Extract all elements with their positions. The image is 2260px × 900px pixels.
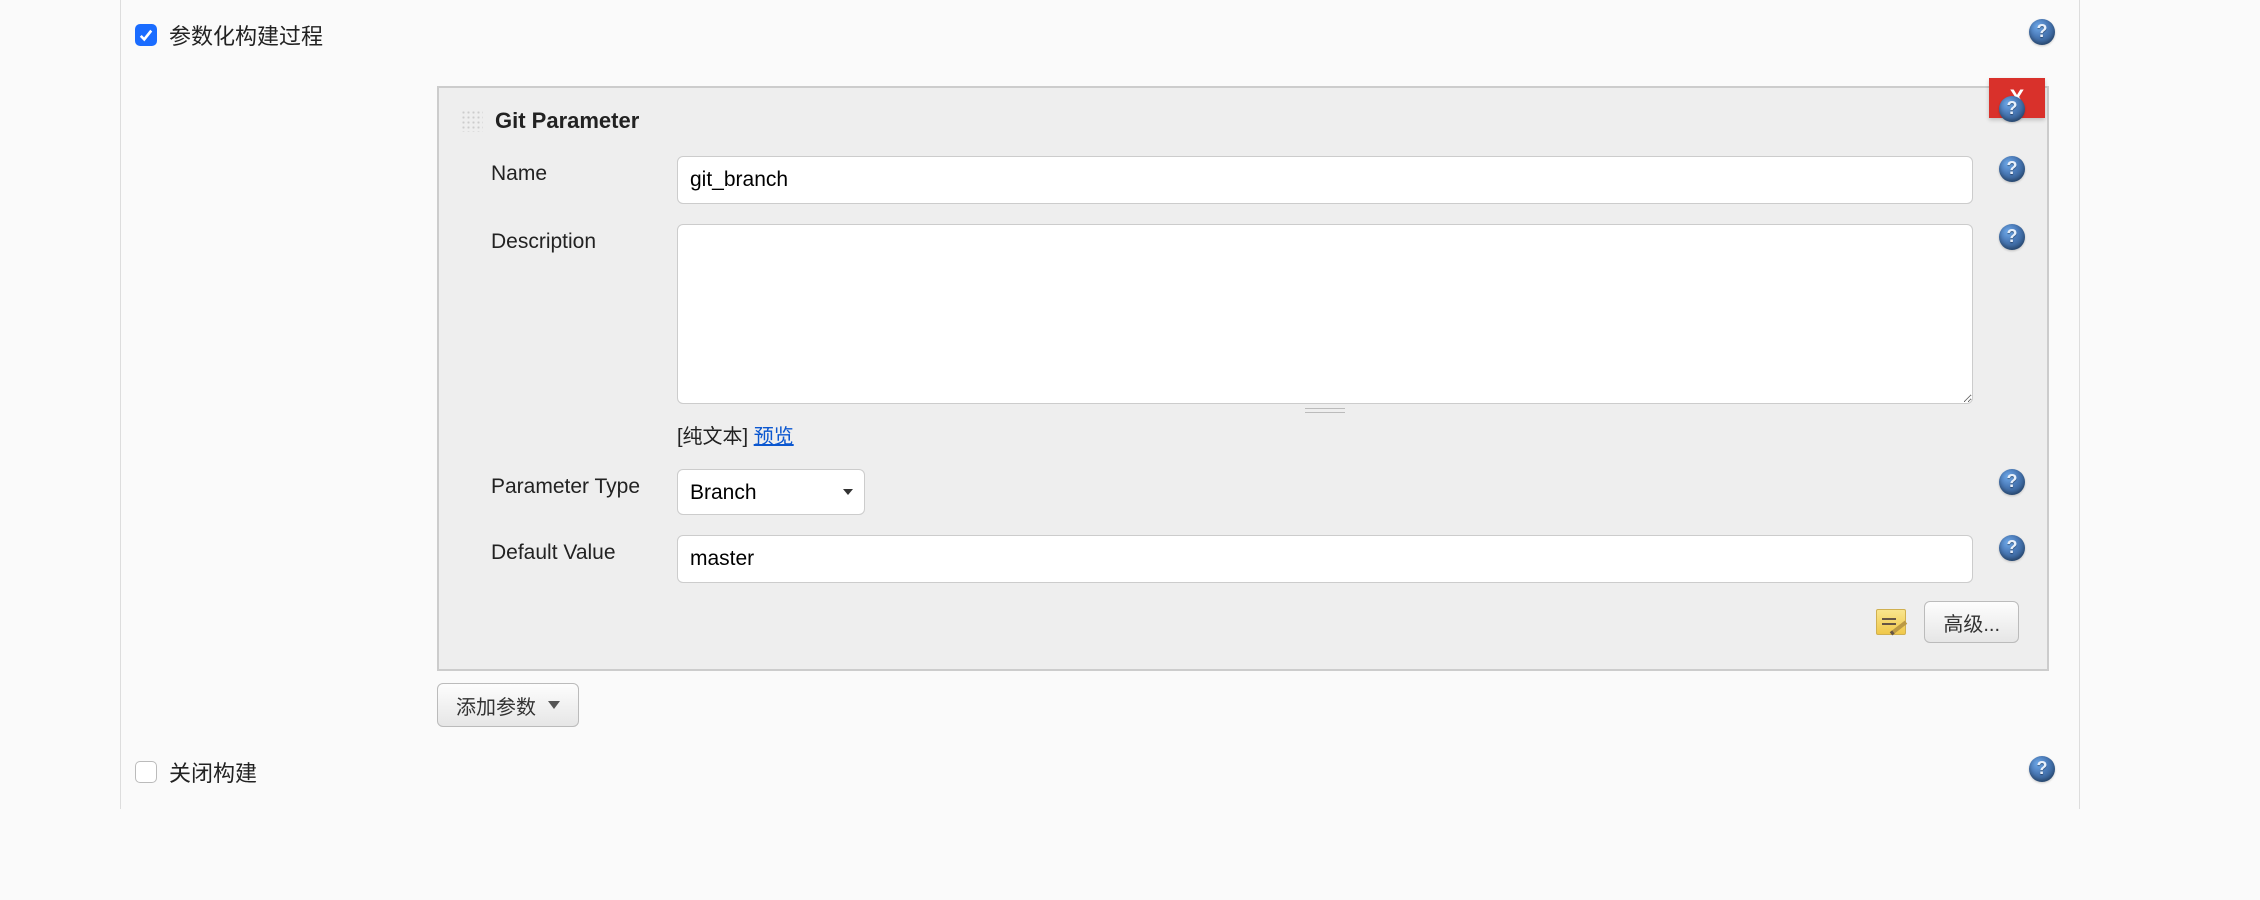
disable-build-checkbox[interactable] bbox=[135, 761, 157, 783]
textarea-resize-grip-icon[interactable] bbox=[677, 408, 1973, 414]
help-icon[interactable] bbox=[2029, 19, 2055, 51]
advanced-button[interactable]: 高级... bbox=[1924, 601, 2019, 643]
default-value-row: Default Value bbox=[439, 529, 2047, 597]
parameterized-build-row: 参数化构建过程 bbox=[121, 18, 2079, 52]
add-parameter-row: 添加参数 bbox=[437, 683, 2049, 727]
add-parameter-button[interactable]: 添加参数 bbox=[437, 683, 579, 727]
add-parameter-label: 添加参数 bbox=[456, 691, 536, 720]
advanced-row: 高级... bbox=[439, 597, 2047, 647]
checkmark-icon bbox=[139, 28, 153, 42]
help-icon[interactable] bbox=[1999, 156, 2025, 188]
parameter-type-row: Parameter Type Branch bbox=[439, 463, 2047, 529]
parameterized-label: 参数化构建过程 bbox=[169, 19, 323, 51]
parameter-type-label: Parameter Type bbox=[491, 469, 677, 499]
git-parameter-chunk: X Git Parameter Name Description bbox=[437, 86, 2049, 671]
default-value-label: Default Value bbox=[491, 535, 677, 565]
name-row: Name bbox=[439, 150, 2047, 218]
name-input[interactable] bbox=[677, 156, 1973, 204]
plaintext-hint: [纯文本] bbox=[677, 426, 748, 448]
caret-down-icon bbox=[548, 701, 560, 709]
description-textarea[interactable] bbox=[677, 224, 1973, 404]
parameter-type-select[interactable]: Branch bbox=[677, 469, 865, 515]
help-icon[interactable] bbox=[2029, 756, 2055, 788]
disable-build-row: 关闭构建 bbox=[121, 755, 2079, 789]
help-icon[interactable] bbox=[1999, 469, 2025, 501]
help-icon[interactable] bbox=[1999, 535, 2025, 567]
drag-handle-icon[interactable] bbox=[461, 110, 483, 132]
parameter-type-select-wrap: Branch bbox=[677, 469, 865, 515]
chunk-title: Git Parameter bbox=[495, 108, 639, 134]
description-helper: [纯文本] 预览 bbox=[677, 420, 1973, 449]
help-icon[interactable] bbox=[1999, 224, 2025, 256]
preview-link[interactable]: 预览 bbox=[754, 426, 794, 448]
default-value-input[interactable] bbox=[677, 535, 1973, 583]
description-label: Description bbox=[491, 224, 677, 254]
help-icon[interactable] bbox=[1999, 96, 2025, 128]
chunk-header: Git Parameter bbox=[439, 100, 2047, 150]
config-panel: 参数化构建过程 X Git Parameter Name bbox=[120, 0, 2080, 809]
edit-icon[interactable] bbox=[1876, 609, 1906, 635]
parameterized-checkbox[interactable] bbox=[135, 24, 157, 46]
disable-build-label: 关闭构建 bbox=[169, 756, 257, 788]
parameters-container: X Git Parameter Name Description bbox=[437, 86, 2049, 727]
name-label: Name bbox=[491, 156, 677, 186]
disable-build-section: 关闭构建 bbox=[121, 755, 2079, 809]
description-row: Description [纯文本] 预览 bbox=[439, 218, 2047, 463]
